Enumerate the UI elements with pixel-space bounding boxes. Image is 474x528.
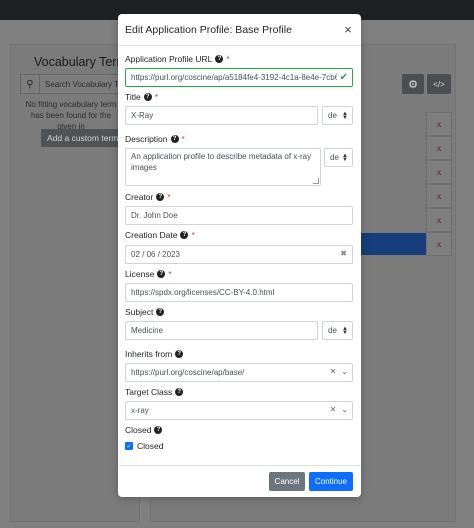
closed-label-text: Closed — [125, 425, 152, 435]
modal-title: Edit Application Profile: Base Profile — [125, 23, 292, 36]
description-textarea[interactable]: An application profile to describe metad… — [125, 148, 321, 186]
required-mark: * — [191, 230, 195, 240]
close-icon[interactable]: × — [342, 22, 354, 37]
help-icon[interactable]: ? — [156, 193, 165, 201]
closed-checkbox[interactable]: ✓ — [125, 442, 133, 450]
add-custom-term-button[interactable]: Add a custom term — [41, 129, 121, 147]
remove-row-button[interactable]: x — [426, 160, 452, 184]
help-icon[interactable]: ? — [157, 270, 166, 278]
search-icon: ⚲ — [21, 75, 40, 93]
subject-label-text: Subject — [125, 307, 154, 317]
inherits-from-select[interactable]: https://purl.org/coscine/ap/base/ ✕ ⌄ — [125, 363, 353, 382]
help-icon[interactable]: ? — [156, 308, 165, 316]
language-value: de — [328, 111, 337, 120]
clear-icon[interactable]: ✕ — [330, 367, 337, 376]
creator-label-text: Creator — [125, 192, 154, 202]
resize-handle[interactable] — [313, 178, 319, 184]
subject-input[interactable]: Medicine — [125, 321, 318, 340]
select-controls: ✕ ⌄ — [330, 405, 348, 414]
required-mark: * — [154, 92, 159, 102]
check-icon: ✔ — [339, 72, 348, 83]
language-value: de — [328, 326, 337, 335]
modal-footer: Cancel Continue — [118, 465, 361, 497]
target-class-label: Target Class ? — [125, 387, 184, 397]
target-class-value: x-ray — [131, 406, 149, 415]
url-input[interactable]: https://purl.org/coscine/ap/a5184fe4-319… — [125, 68, 353, 87]
remove-row-button[interactable]: x — [426, 208, 452, 232]
vocabulary-search-placeholder: Search Vocabulary T — [44, 79, 119, 89]
clear-icon[interactable]: ✕ — [330, 405, 337, 414]
title-language-select[interactable]: de ▲ ▼ — [322, 106, 353, 125]
creation-date-value: 02 / 06 / 2023 — [131, 250, 180, 259]
select-controls: ✕ ⌄ — [330, 367, 348, 376]
description-language-select[interactable]: de ▲ ▼ — [324, 148, 353, 167]
remove-row-button[interactable]: x — [426, 232, 452, 256]
description-label-text: Description — [125, 134, 168, 144]
remove-row-button[interactable]: x — [426, 112, 452, 136]
vocabulary-search[interactable]: ⚲ Search Vocabulary T — [20, 74, 120, 94]
target-class-select[interactable]: x-ray ✕ ⌄ — [125, 401, 353, 420]
subject-label: Subject ? — [125, 307, 165, 317]
closed-checkbox-label[interactable]: Closed — [137, 441, 163, 451]
help-icon[interactable]: ? — [215, 55, 224, 63]
selected-row-highlight — [350, 233, 426, 255]
url-value: https://purl.org/coscine/ap/a5184fe4-319… — [131, 73, 337, 82]
creation-date-label-text: Creation Date — [125, 230, 178, 240]
remove-row-button[interactable]: x — [426, 184, 452, 208]
title-label: Title ? * — [125, 92, 158, 102]
gear-icon[interactable]: ⚙ — [402, 74, 424, 94]
creation-date-input[interactable]: 02 / 06 / 2023 ✖ — [125, 245, 353, 264]
closed-checkbox-row[interactable]: ✓ Closed — [125, 441, 163, 451]
url-label-text: Application Profile URL — [125, 54, 213, 64]
remove-row-button[interactable]: x — [426, 136, 452, 160]
help-icon[interactable]: ? — [175, 388, 184, 396]
title-input[interactable]: X-Ray — [125, 106, 318, 125]
inherits-from-label: Inherits from ? — [125, 349, 184, 359]
language-value: de — [330, 153, 339, 162]
required-mark: * — [226, 54, 230, 64]
target-class-label-text: Target Class — [125, 387, 173, 397]
creator-input[interactable]: Dr. John Doe — [125, 206, 353, 225]
description-value: An application profile to describe metad… — [131, 152, 312, 172]
help-icon[interactable]: ? — [143, 93, 152, 101]
code-view-button[interactable]: </> — [427, 74, 451, 94]
continue-button[interactable]: Continue — [309, 472, 353, 491]
url-label: Application Profile URL ? * — [125, 54, 230, 64]
modal-header: Edit Application Profile: Base Profile × — [118, 14, 361, 46]
title-label-text: Title — [125, 92, 141, 102]
help-icon[interactable]: ? — [175, 350, 184, 358]
select-arrows-icon: ▲ ▼ — [342, 152, 348, 163]
help-icon[interactable]: ? — [154, 426, 163, 434]
required-mark: * — [167, 192, 171, 202]
clear-date-icon[interactable]: ✖ — [340, 249, 347, 258]
select-arrows-icon: ▲ ▼ — [342, 110, 348, 121]
no-fitting-term-message: No fitting vocabulary term has been foun… — [25, 100, 117, 131]
help-icon[interactable]: ? — [180, 231, 189, 239]
chevron-down-icon[interactable]: ⌄ — [341, 405, 348, 414]
required-mark: * — [181, 134, 185, 144]
subject-language-select[interactable]: de ▲ ▼ — [322, 321, 353, 340]
license-label: License ? * — [125, 269, 172, 279]
required-mark: * — [168, 269, 172, 279]
edit-profile-modal: Edit Application Profile: Base Profile ×… — [118, 14, 361, 497]
cancel-button[interactable]: Cancel — [269, 472, 305, 491]
help-icon[interactable]: ? — [170, 135, 179, 143]
select-arrows-icon: ▲ ▼ — [342, 325, 348, 336]
vocabulary-title: Vocabulary Term — [34, 55, 127, 69]
closed-label: Closed ? — [125, 425, 163, 435]
inherits-from-label-text: Inherits from — [125, 349, 173, 359]
creation-date-label: Creation Date ? * — [125, 230, 195, 240]
license-input[interactable]: https://spdx.org/licenses/CC-BY-4.0.html — [125, 283, 353, 302]
creator-label: Creator ? * — [125, 192, 171, 202]
inherits-from-value: https://purl.org/coscine/ap/base/ — [131, 368, 245, 377]
description-label: Description ? * — [125, 134, 185, 144]
chevron-down-icon[interactable]: ⌄ — [341, 367, 348, 376]
license-label-text: License — [125, 269, 155, 279]
